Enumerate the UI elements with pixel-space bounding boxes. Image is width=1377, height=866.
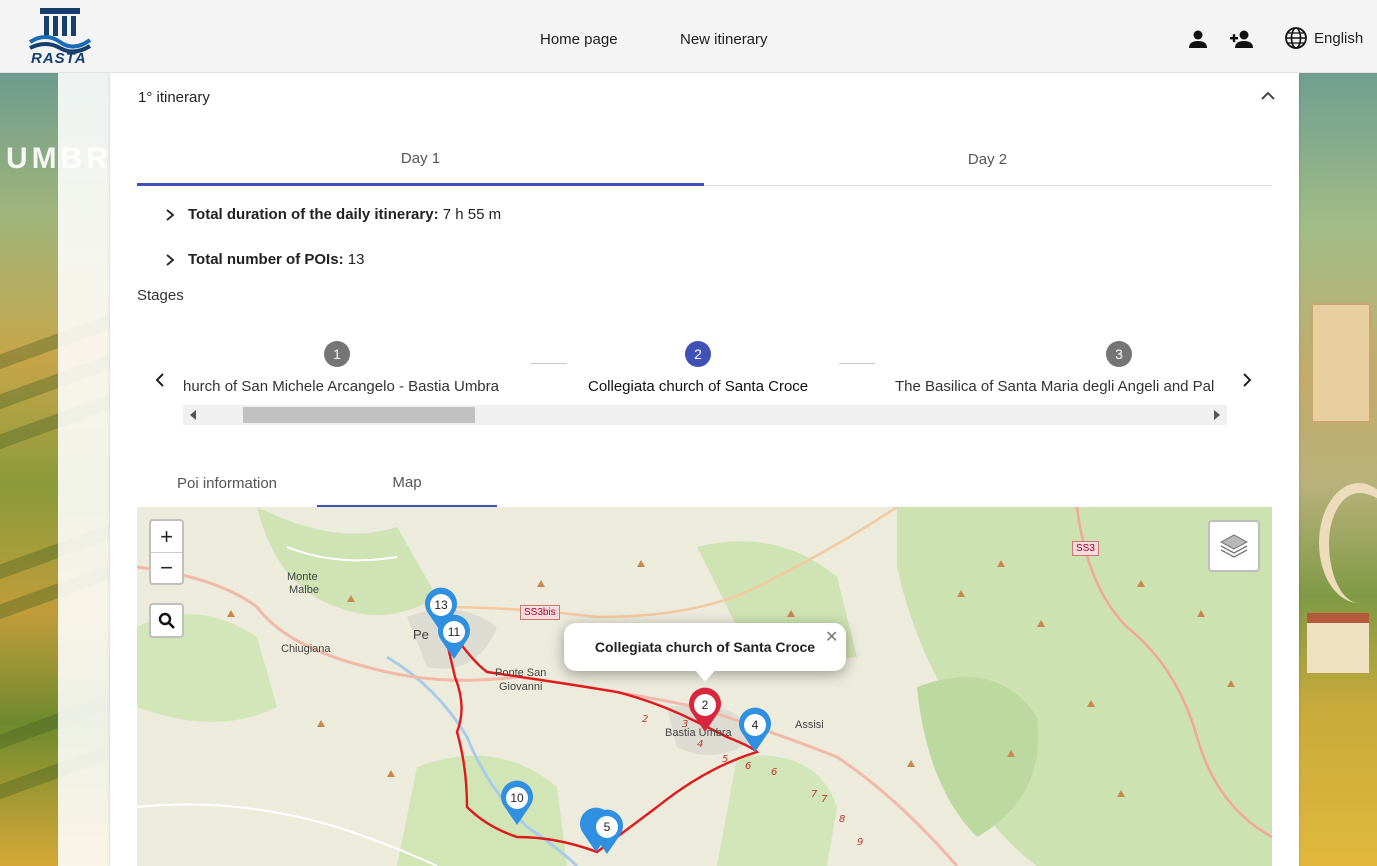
background-painting-right: [1299, 73, 1377, 866]
svg-text:7: 7: [821, 794, 828, 805]
svg-text:5: 5: [722, 754, 728, 765]
place-label: Malbe: [289, 584, 319, 596]
place-label: Monte: [287, 571, 318, 583]
marker-number: 2: [694, 694, 716, 716]
road-shield: SS3: [1072, 541, 1099, 556]
language-selector[interactable]: English: [1284, 25, 1363, 51]
popup-close-icon[interactable]: ✕: [825, 627, 838, 647]
map-marker-2-selected[interactable]: 2: [687, 687, 723, 733]
stage-2[interactable]: 2 Collegiata church of Santa Croce: [581, 341, 841, 395]
svg-text:9: 9: [857, 837, 863, 848]
duration-row[interactable]: Total duration of the daily itinerary: 7…: [164, 206, 501, 223]
place-label: Chiugiana: [281, 643, 331, 655]
collapse-chevron-up-icon[interactable]: [1257, 85, 1279, 107]
content-tabs: Poi information Map: [137, 459, 1272, 507]
map-marker-10[interactable]: 10: [499, 780, 535, 826]
stage-1-number: 1: [324, 341, 350, 367]
popup-tip: [695, 670, 715, 682]
road-shield: SS3bis: [520, 605, 560, 620]
stage-1[interactable]: 1 hurch of San Michele Arcangelo - Basti…: [181, 341, 541, 395]
map-popup: Collegiata church of Santa Croce: [564, 623, 846, 671]
place-label: Giovanni: [499, 681, 543, 693]
popup-title: Collegiata church of Santa Croce: [594, 639, 816, 655]
chevron-right-icon: [166, 208, 175, 221]
nav-home-page[interactable]: Home page: [540, 31, 618, 48]
user-icon[interactable]: [1185, 27, 1211, 51]
svg-text:2: 2: [642, 714, 648, 725]
language-label: English: [1314, 29, 1364, 47]
zoom-out-button[interactable]: −: [151, 552, 182, 583]
stepper-scrollbar[interactable]: [183, 405, 1227, 425]
tab-map[interactable]: Map: [317, 459, 497, 507]
itinerary-card: 1° itinerary Day 1 Day 2 Total duration …: [110, 73, 1299, 866]
stages-label: Stages: [137, 287, 184, 304]
logo-text: RASTA: [31, 50, 87, 67]
search-icon: [158, 612, 175, 629]
tab-day-2[interactable]: Day 2: [704, 133, 1271, 186]
scroll-right-arrow-icon[interactable]: [1214, 410, 1220, 420]
stage-3-number: 3: [1106, 341, 1132, 367]
duration-value: 7 h 55 m: [442, 206, 502, 223]
scrollbar-thumb[interactable]: [243, 407, 475, 423]
marker-number: 5: [596, 816, 618, 838]
scroll-left-arrow-icon[interactable]: [190, 410, 196, 420]
background-fade: [58, 73, 110, 866]
stage-3-label: The Basilica of Santa Maria degli Angeli…: [895, 378, 1215, 395]
marker-number: 10: [506, 787, 528, 809]
stepper-connector: [839, 363, 875, 364]
stepper-prev-chevron-icon[interactable]: [150, 369, 170, 391]
pois-label: Total number of POIs:: [188, 251, 344, 268]
duration-label: Total duration of the daily itinerary:: [188, 206, 439, 223]
nav-new-itinerary[interactable]: New itinerary: [680, 31, 768, 48]
pois-row[interactable]: Total number of POIs: 13: [164, 251, 364, 268]
marker-number: 4: [744, 714, 766, 736]
add-user-icon[interactable]: [1229, 27, 1255, 51]
map-view[interactable]: 234 566 7789 Monte Malbe Chiugiana Pe Po…: [137, 507, 1272, 866]
stage-2-number: 2: [685, 341, 711, 367]
map-marker-5[interactable]: 5: [589, 809, 625, 855]
stage-1-label: hurch of San Michele Arcangelo - Bastia …: [183, 378, 499, 395]
marker-number: 13: [430, 594, 452, 616]
zoom-controls: + −: [149, 519, 184, 585]
layers-icon: [1219, 534, 1249, 558]
svg-text:6: 6: [771, 767, 777, 778]
map-marker-4[interactable]: 4: [737, 707, 773, 753]
svg-text:7: 7: [811, 789, 818, 800]
globe-icon: [1285, 27, 1307, 49]
tab-poi-information[interactable]: Poi information: [137, 459, 317, 507]
place-label: Assisi: [795, 719, 824, 731]
map-marker-11[interactable]: 11: [436, 614, 472, 660]
top-header: RASTA Home page New itinerary English: [0, 0, 1377, 73]
stage-2-label: Collegiata church of Santa Croce: [588, 378, 809, 395]
svg-text:4: 4: [697, 739, 703, 750]
stage-3[interactable]: 3 The Basilica of Santa Maria degli Ange…: [895, 341, 1227, 395]
stepper-connector: [531, 363, 567, 364]
svg-text:8: 8: [839, 814, 845, 825]
place-label: Ponte San: [495, 667, 547, 679]
svg-text:6: 6: [745, 761, 751, 772]
chevron-right-icon: [166, 253, 175, 266]
zoom-in-button[interactable]: +: [151, 521, 182, 552]
marker-number: 11: [443, 621, 465, 643]
itinerary-title: 1° itinerary: [138, 89, 210, 106]
stepper-next-chevron-icon[interactable]: [1237, 369, 1257, 391]
tab-day-1[interactable]: Day 1: [137, 133, 704, 186]
map-search-button[interactable]: [149, 603, 184, 638]
pois-value: 13: [347, 251, 365, 268]
layers-button[interactable]: [1208, 520, 1260, 572]
day-tabs: Day 1 Day 2: [137, 133, 1272, 186]
background-title-text: UMBR: [6, 142, 112, 175]
